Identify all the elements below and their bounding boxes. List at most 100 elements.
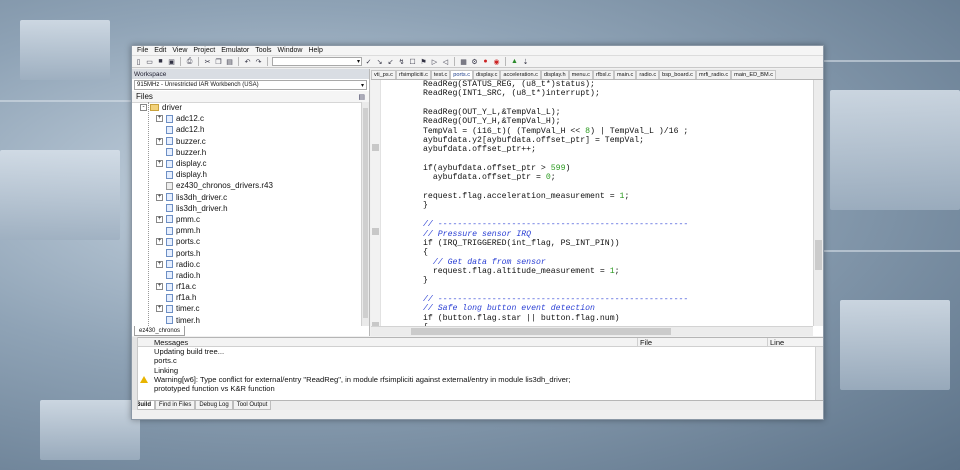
- next-bookmark-icon[interactable]: ▷: [430, 57, 439, 66]
- tree-file[interactable]: + timer.c: [132, 303, 361, 314]
- print-icon[interactable]: ⎙: [185, 57, 194, 66]
- find-prev-icon[interactable]: ↙: [386, 57, 395, 66]
- goto-icon[interactable]: ☐: [408, 57, 417, 66]
- tree-file[interactable]: + pmm.c: [132, 214, 361, 225]
- expand-icon[interactable]: +: [156, 283, 163, 291]
- workspace-tab[interactable]: ez430_chronos: [134, 326, 186, 336]
- editor-tab[interactable]: vti_ps.c: [371, 70, 396, 79]
- tree-folder[interactable]: - driver: [132, 102, 361, 113]
- output-tab-find-in-files[interactable]: Find in Files: [155, 401, 196, 410]
- paste-icon[interactable]: ▤: [225, 57, 234, 66]
- expand-icon[interactable]: +: [156, 260, 163, 268]
- build-message[interactable]: Linking: [154, 366, 823, 375]
- expand-icon[interactable]: +: [156, 305, 163, 313]
- workspace-options-icon[interactable]: ▤: [358, 93, 365, 101]
- editor-tab[interactable]: acceleration.c: [500, 70, 541, 79]
- menu-tools[interactable]: Tools: [252, 47, 274, 54]
- menu-view[interactable]: View: [169, 47, 190, 54]
- find-icon[interactable]: ✓: [364, 57, 373, 66]
- redo-icon[interactable]: ↷: [254, 57, 263, 66]
- editor-tab[interactable]: display.h: [540, 70, 569, 79]
- editor-gutter[interactable]: [371, 80, 381, 329]
- editor-vertical-scrollbar[interactable]: [813, 80, 823, 326]
- tree-file[interactable]: adc12.h: [132, 124, 361, 135]
- editor-horizontal-scrollbar[interactable]: [371, 326, 813, 336]
- tree-file[interactable]: radio.h: [132, 270, 361, 281]
- expand-icon[interactable]: +: [156, 193, 163, 201]
- line-column[interactable]: Line: [767, 337, 823, 347]
- editor-tab[interactable]: menu.c: [568, 70, 593, 79]
- tree-file[interactable]: display.h: [132, 169, 361, 180]
- copy-icon[interactable]: ❐: [214, 57, 223, 66]
- editor-tab[interactable]: bsp_board.c: [659, 70, 696, 79]
- build-message[interactable]: ports.c: [154, 356, 823, 365]
- configuration-select[interactable]: 915MHz - Unrestricted IAR Workbench (USA…: [134, 80, 367, 90]
- open-file-icon[interactable]: ▭: [145, 57, 154, 66]
- undo-icon[interactable]: ↶: [243, 57, 252, 66]
- tree-file[interactable]: + adc12.c: [132, 113, 361, 124]
- expand-icon[interactable]: +: [156, 238, 163, 246]
- expand-icon[interactable]: +: [156, 160, 163, 168]
- breakpoint-icon[interactable]: ◉: [492, 57, 501, 66]
- prev-bookmark-icon[interactable]: ◁: [441, 57, 450, 66]
- compile-icon[interactable]: ▦: [459, 57, 468, 66]
- tree-file[interactable]: pmm.h: [132, 225, 361, 236]
- tree-file[interactable]: timer.h: [132, 315, 361, 326]
- menu-window[interactable]: Window: [275, 47, 306, 54]
- warning-message[interactable]: Warning[w6]: Type conflict for external/…: [140, 375, 823, 384]
- find-next-icon[interactable]: ↘: [375, 57, 384, 66]
- save-icon[interactable]: ■: [156, 57, 165, 66]
- make-icon[interactable]: ⚙: [470, 57, 479, 66]
- expand-icon[interactable]: +: [156, 215, 163, 223]
- new-file-icon[interactable]: ▯: [134, 57, 143, 66]
- tree-file[interactable]: + buzzer.c: [132, 136, 361, 147]
- messages-side-handle[interactable]: [132, 337, 138, 410]
- tree-file[interactable]: ez430_chronos_drivers.r43: [132, 180, 361, 191]
- menu-file[interactable]: File: [134, 47, 151, 54]
- stop-build-icon[interactable]: ●: [481, 57, 490, 66]
- menu-emulator[interactable]: Emulator: [218, 47, 252, 54]
- tree-file[interactable]: + radio.c: [132, 259, 361, 270]
- collapse-icon[interactable]: -: [140, 104, 147, 112]
- editor-tab[interactable]: rfbsl.c: [592, 70, 614, 79]
- replace-icon[interactable]: ↯: [397, 57, 406, 66]
- tree-file[interactable]: ports.h: [132, 247, 361, 258]
- editor-tab[interactable]: main_ED_BM.c: [731, 70, 777, 79]
- tree-file[interactable]: + display.c: [132, 158, 361, 169]
- messages-column[interactable]: Messages: [132, 338, 637, 347]
- file-column[interactable]: File: [637, 337, 767, 347]
- output-tab-debug-log[interactable]: Debug Log: [195, 401, 233, 410]
- editor-tab[interactable]: mrfi_radio.c: [695, 70, 732, 79]
- editor-tab[interactable]: radio.c: [636, 70, 660, 79]
- build-message[interactable]: Updating build tree...: [154, 347, 823, 356]
- scrollbar-thumb[interactable]: [363, 108, 368, 318]
- output-tab-tool-output[interactable]: Tool Output: [232, 401, 272, 410]
- editor-tab[interactable]: test.c: [430, 70, 451, 79]
- fold-marker[interactable]: [372, 228, 379, 235]
- debug-icon[interactable]: ▲: [510, 57, 519, 66]
- scrollbar-thumb[interactable]: [411, 328, 671, 335]
- editor-tab[interactable]: display.c: [473, 70, 501, 79]
- tree-file[interactable]: + ports.c: [132, 236, 361, 247]
- bookmark-icon[interactable]: ⚑: [419, 57, 428, 66]
- save-all-icon[interactable]: ▣: [167, 57, 176, 66]
- scrollbar-thumb[interactable]: [815, 240, 822, 270]
- fold-marker[interactable]: [372, 144, 379, 151]
- expand-icon[interactable]: +: [156, 137, 163, 145]
- build-message[interactable]: prototyped function vs K&R function: [154, 384, 823, 393]
- editor-tab[interactable]: ports.c: [450, 70, 474, 79]
- menu-project[interactable]: Project: [190, 47, 218, 54]
- editor-tab[interactable]: rfsimpliciti.c: [395, 70, 431, 79]
- cut-icon[interactable]: ✂: [203, 57, 212, 66]
- find-combo[interactable]: ▾: [272, 57, 362, 66]
- editor-tab[interactable]: main.c: [613, 70, 637, 79]
- workspace-scrollbar[interactable]: [361, 102, 369, 326]
- tree-file[interactable]: lis3dh_driver.h: [132, 203, 361, 214]
- code-view[interactable]: ReadReg(STATUS_REG, (u8_t*)status); ReadR…: [423, 80, 813, 326]
- menu-help[interactable]: Help: [305, 47, 325, 54]
- expand-icon[interactable]: +: [156, 115, 163, 123]
- download-debug-icon[interactable]: ⇣: [521, 57, 530, 66]
- tree-file[interactable]: buzzer.h: [132, 147, 361, 158]
- menu-edit[interactable]: Edit: [151, 47, 169, 54]
- tree-file[interactable]: rf1a.h: [132, 292, 361, 303]
